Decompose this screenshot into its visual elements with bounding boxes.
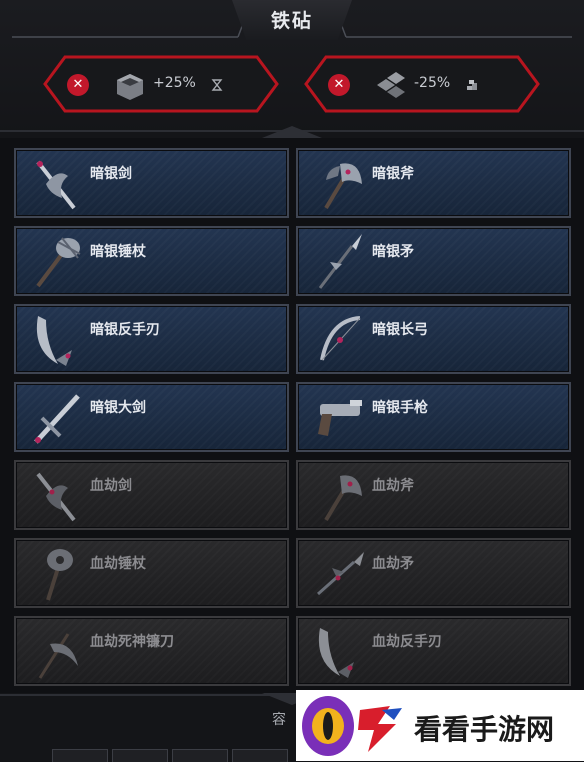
spear-icon — [317, 552, 364, 596]
sword-icon — [36, 472, 76, 522]
watermark-logo — [302, 696, 402, 756]
recipe-name: 暗银锤杖 — [90, 244, 146, 260]
modifier-value: +25% — [153, 75, 196, 91]
weapon-recipe-list: 暗银剑 暗银斧 暗银锤杖 暗银矛 暗银反手刃 暗银长弓 暗银大剑 暗银手枪 血劫… — [0, 138, 584, 693]
inventory-slot[interactable] — [232, 749, 288, 762]
coins-icon — [467, 80, 477, 90]
recipe-name: 暗银手枪 — [372, 400, 428, 416]
remove-icon[interactable]: ✕ — [67, 74, 89, 96]
scythe-icon — [38, 633, 78, 679]
longbow-icon — [320, 316, 361, 361]
capacity-label: 容 — [272, 712, 286, 728]
recipe-name: 暗银大剑 — [90, 400, 146, 416]
recipe-name: 暗银矛 — [372, 244, 414, 260]
remove-icon[interactable]: ✕ — [328, 74, 350, 96]
recipe-name: 暗银剑 — [90, 166, 132, 182]
reverse-blade-icon — [318, 628, 354, 678]
pistol-icon — [318, 400, 362, 436]
tiles-icon — [377, 72, 405, 98]
recipe-card-locked[interactable]: 血劫斧 — [296, 460, 571, 530]
modifier-value: -25% — [414, 75, 451, 91]
page-title: 铁砧 — [270, 10, 313, 32]
recipe-name: 血劫反手刃 — [372, 634, 442, 650]
spear-icon — [318, 234, 362, 289]
inventory-slot[interactable] — [172, 749, 228, 762]
recipe-card-locked[interactable]: 血劫矛 — [296, 538, 571, 608]
recipe-card[interactable]: 暗银大剑 — [14, 382, 289, 452]
mace-icon — [36, 237, 81, 288]
craft-time-modifier[interactable]: ✕ +25% — [43, 55, 279, 113]
axe-icon — [324, 163, 362, 210]
recipe-name: 暗银反手刃 — [90, 322, 160, 338]
material-cost-modifier[interactable]: ✕ -25% — [304, 55, 540, 113]
recipe-name: 血劫斧 — [372, 478, 414, 494]
recipe-name: 暗银长弓 — [372, 322, 428, 338]
recipe-name: 暗银斧 — [372, 166, 414, 182]
hourglass-icon — [211, 79, 223, 91]
recipe-card[interactable]: 暗银矛 — [296, 226, 571, 296]
recipe-card[interactable]: 暗银长弓 — [296, 304, 571, 374]
sword-icon — [36, 160, 76, 210]
recipe-name: 血劫锤杖 — [90, 556, 146, 572]
recipe-name: 血劫剑 — [90, 478, 132, 494]
recipe-card-locked[interactable]: 血劫锤杖 — [14, 538, 289, 608]
recipe-name: 血劫死神镰刀 — [90, 634, 174, 650]
watermark-text: 看看手游网 — [414, 713, 555, 746]
inventory-slot[interactable] — [52, 749, 108, 762]
axe-icon — [324, 475, 362, 522]
crate-icon — [117, 74, 143, 100]
recipe-card[interactable]: 暗银反手刃 — [14, 304, 289, 374]
recipe-card[interactable]: 暗银手枪 — [296, 382, 571, 452]
recipe-card[interactable]: 暗银剑 — [14, 148, 289, 218]
recipe-card[interactable]: 暗银锤杖 — [14, 226, 289, 296]
recipe-card-locked[interactable]: 血劫剑 — [14, 460, 289, 530]
reverse-blade-icon — [36, 316, 72, 366]
recipe-card-locked[interactable]: 血劫死神镰刀 — [14, 616, 289, 686]
anvil-header: 铁砧 ✕ +25% ✕ -25% — [0, 0, 584, 138]
recipe-name: 血劫矛 — [372, 556, 414, 572]
recipe-card[interactable]: 暗银斧 — [296, 148, 571, 218]
greatsword-icon — [34, 394, 80, 444]
mace-icon — [46, 549, 73, 601]
recipe-card-locked[interactable]: 血劫反手刃 — [296, 616, 571, 686]
inventory-slot[interactable] — [112, 749, 168, 762]
